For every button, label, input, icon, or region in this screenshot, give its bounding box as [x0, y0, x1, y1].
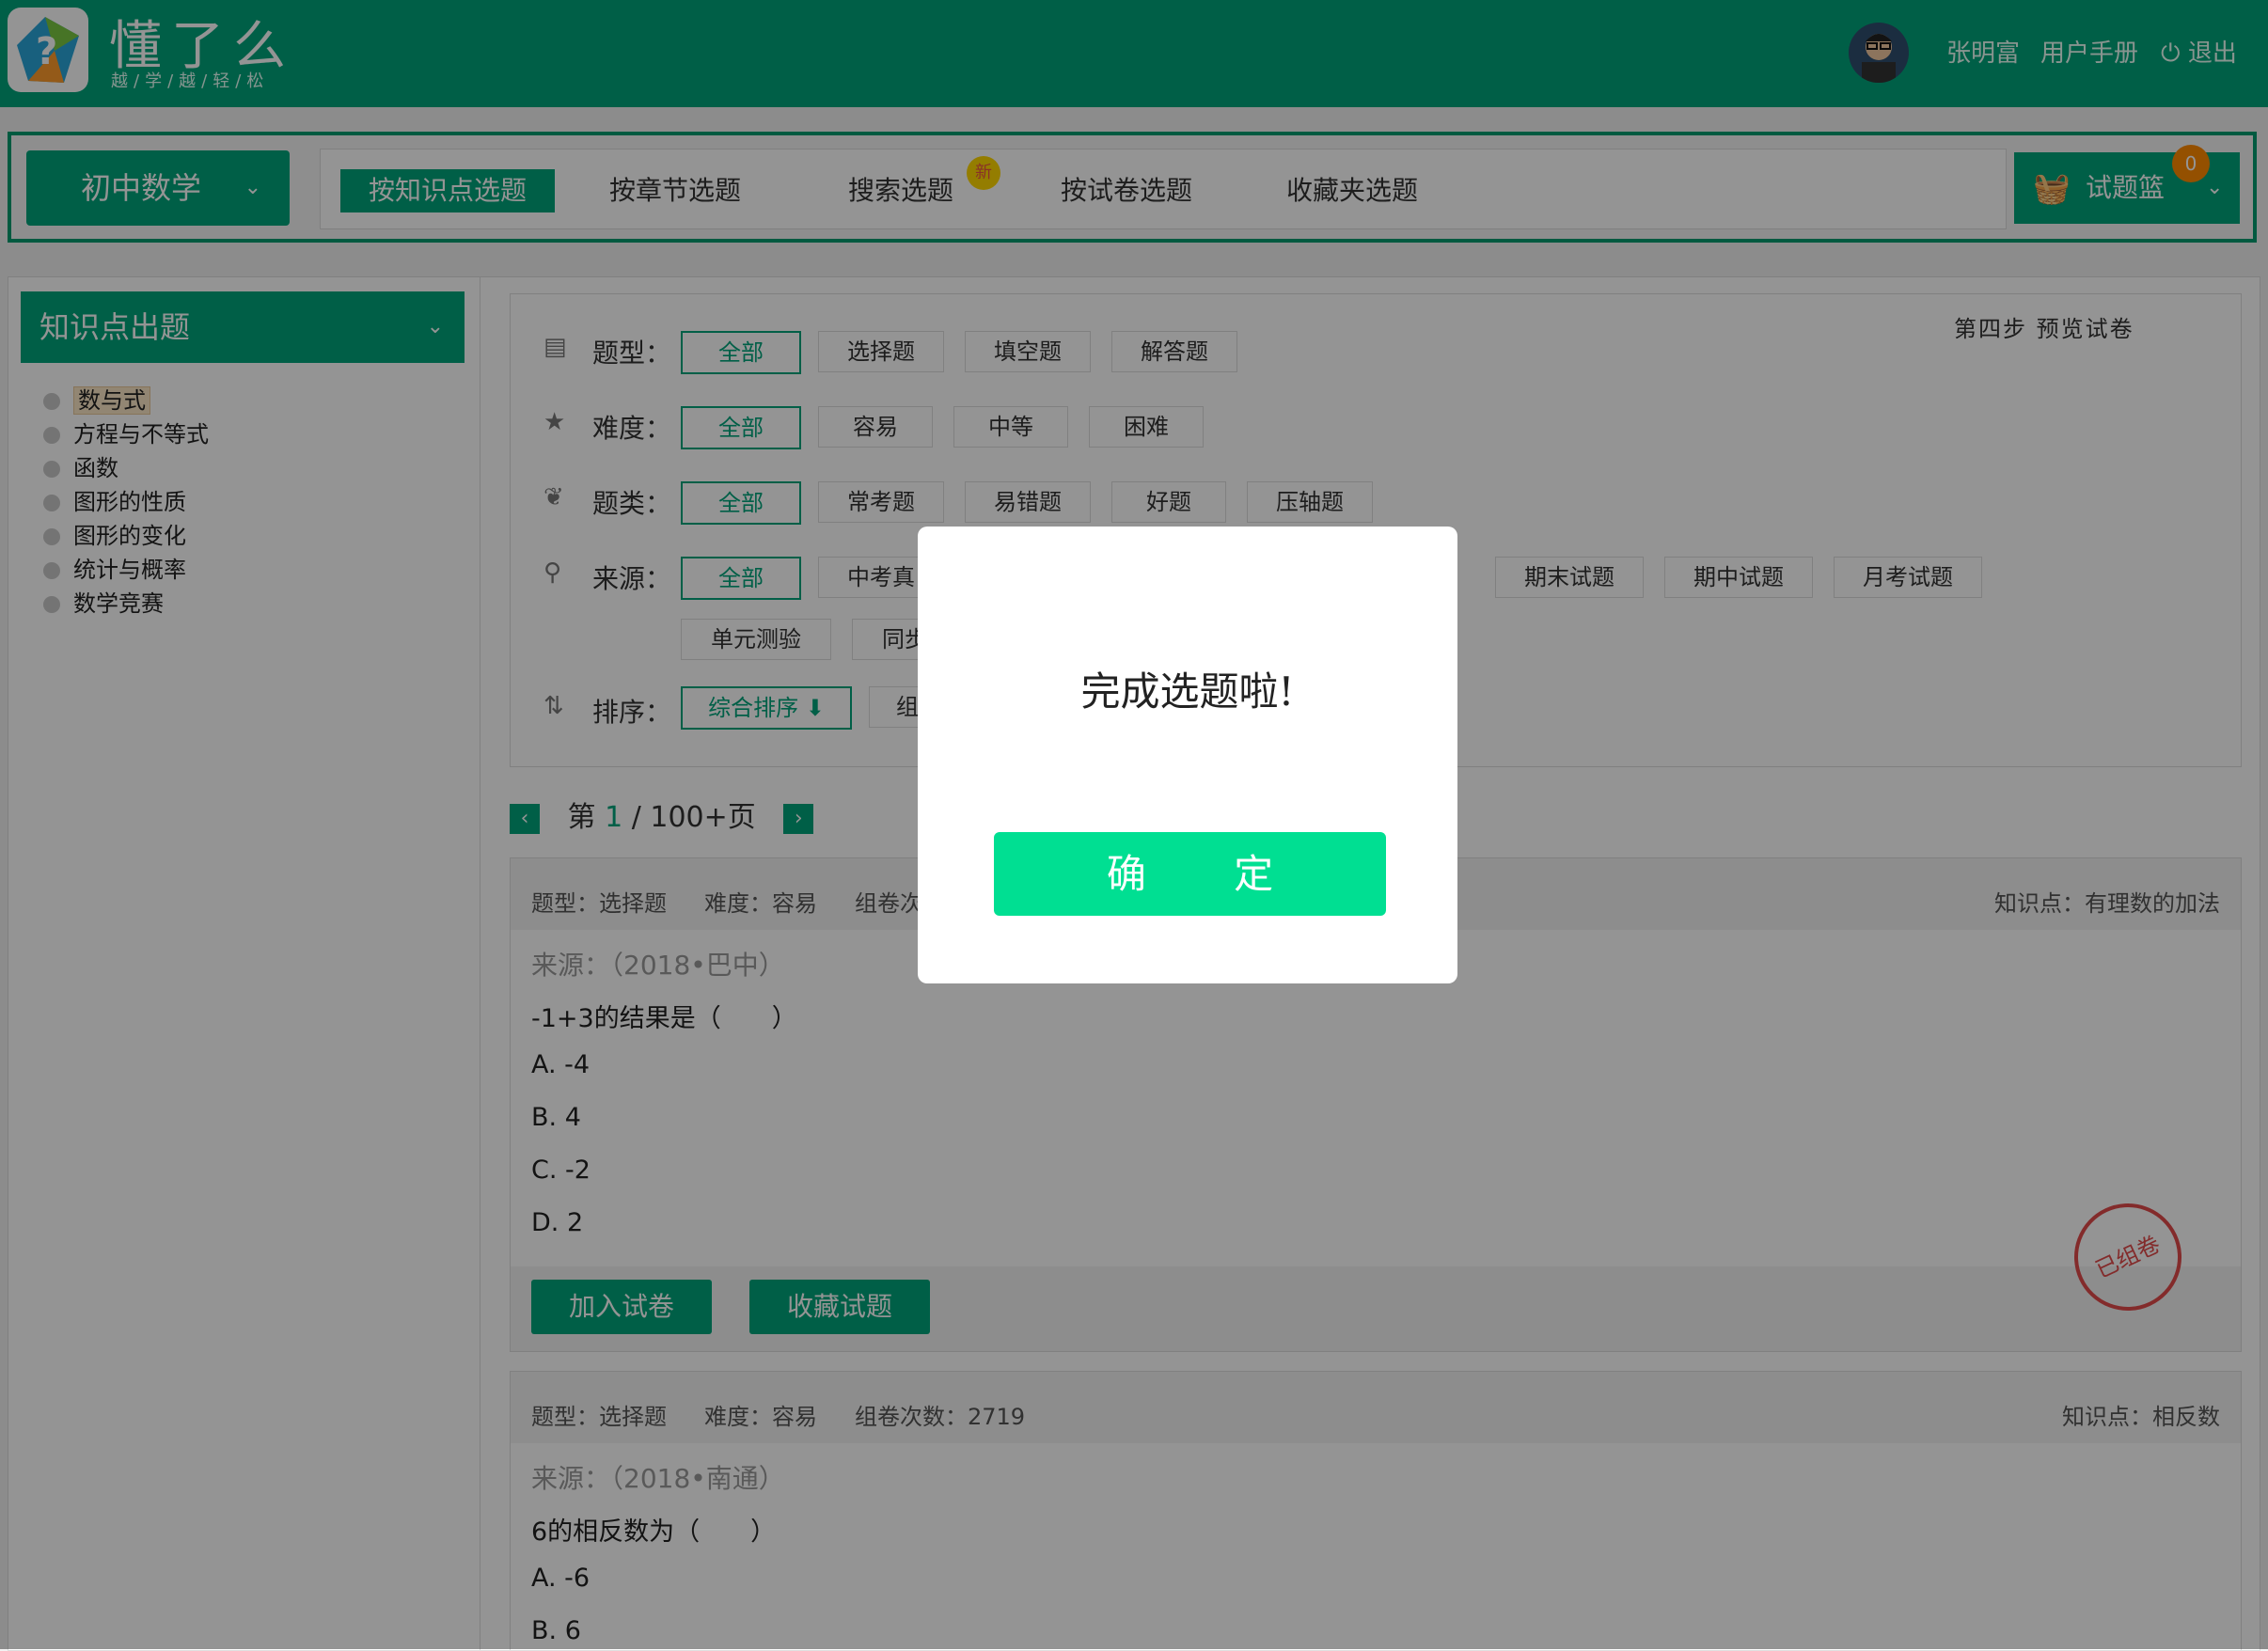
confirm-button[interactable]: 确 定 [994, 832, 1386, 916]
dialog-message: 完成选题啦! [1080, 668, 1295, 715]
